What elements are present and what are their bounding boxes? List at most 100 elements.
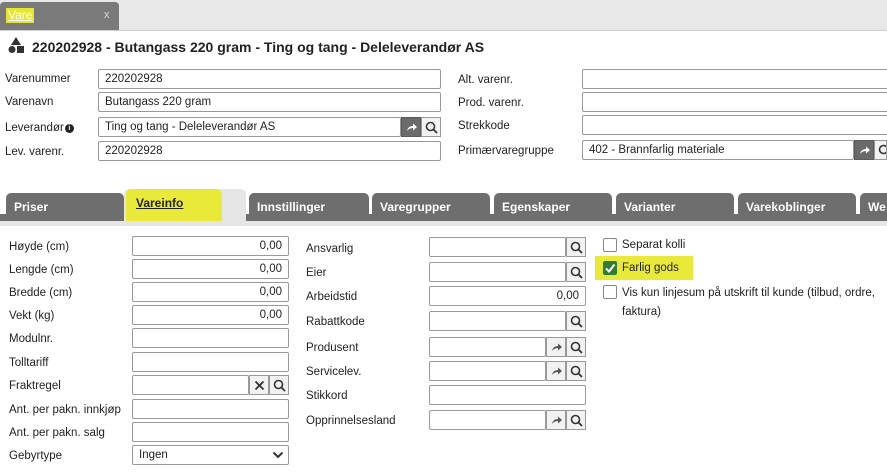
modulnr-input[interactable]	[132, 328, 289, 348]
tab-vareinfo-label[interactable]: Vareinfo	[130, 195, 189, 211]
fraktregel-clear-button[interactable]	[249, 375, 269, 395]
hoyde-label: Høyde (cm)	[9, 241, 69, 253]
search-icon	[570, 414, 583, 427]
tab-priser[interactable]: Priser	[6, 193, 124, 217]
document-tab-vare[interactable]: Vare x	[0, 2, 119, 30]
varenummer-input[interactable]: 220202928	[98, 69, 441, 89]
tolltariff-input[interactable]	[132, 352, 289, 372]
lev-varenr-input[interactable]: 220202928	[98, 141, 441, 161]
vis-kun-linjesum-label-line2: faktura)	[622, 306, 661, 318]
gebyrtype-select[interactable]: Ingen	[132, 445, 289, 465]
rabattkode-label: Rabattkode	[306, 316, 365, 328]
eier-input[interactable]	[429, 262, 566, 282]
hoyde-input[interactable]: 0,00	[132, 236, 289, 256]
opprinnelsesland-input[interactable]	[429, 410, 546, 430]
prod-varenr-input[interactable]	[582, 92, 887, 112]
varenummer-label: Varenummer	[5, 73, 71, 85]
tab-innstillinger[interactable]: Innstillinger	[249, 193, 369, 217]
bredde-input[interactable]: 0,00	[132, 282, 289, 302]
search-icon	[425, 121, 438, 134]
document-tab-label[interactable]: Vare	[6, 8, 34, 23]
opprinnelsesland-search-button[interactable]	[566, 410, 586, 430]
ansvarlig-label: Ansvarlig	[306, 243, 353, 255]
produsent-search-button[interactable]	[566, 337, 586, 357]
gebyrtype-label: Gebyrtype	[9, 450, 62, 462]
ant-innkjop-label: Ant. per pakn. innkjøp	[9, 404, 121, 416]
opprinnelsesland-link-button[interactable]	[546, 410, 566, 430]
close-icon	[253, 379, 266, 392]
document-tab-strip	[0, 0, 887, 31]
arrow-link-icon	[550, 365, 563, 378]
strekkode-input[interactable]	[582, 115, 887, 135]
primaervaregruppe-search-button[interactable]	[874, 140, 887, 160]
alt-varenr-input[interactable]	[582, 69, 887, 89]
ant-innkjop-input[interactable]	[132, 399, 289, 419]
primaervaregruppe-label: Primærvaregruppe	[458, 145, 554, 157]
ant-salg-label: Ant. per pakn. salg	[9, 427, 105, 439]
primaervaregruppe-input[interactable]: 402 - Brannfarlig materiale	[582, 140, 854, 160]
primaervaregruppe-link-button[interactable]	[854, 140, 874, 160]
tab-varianter[interactable]: Varianter	[616, 193, 734, 217]
rabattkode-search-button[interactable]	[566, 311, 586, 331]
tab-we[interactable]: We	[860, 193, 887, 217]
tab-varegrupper[interactable]: Varegrupper	[372, 193, 490, 217]
opprinnelsesland-label: Opprinnelsesland	[306, 415, 396, 427]
ansvarlig-search-button[interactable]	[566, 237, 586, 257]
page-title: 220202928 - Butangass 220 gram - Ting og…	[32, 39, 484, 55]
prod-varenr-label: Prod. varenr.	[458, 97, 524, 109]
stikkord-label: Stikkord	[306, 390, 348, 402]
close-icon[interactable]: x	[104, 9, 110, 21]
varenavn-input[interactable]: Butangass 220 gram	[98, 92, 441, 112]
tab-varekoblinger[interactable]: Varekoblinger	[738, 193, 856, 217]
rabattkode-input[interactable]	[429, 311, 566, 331]
checkmark-icon	[604, 262, 616, 274]
alt-varenr-label: Alt. varenr.	[458, 74, 513, 86]
search-icon	[570, 365, 583, 378]
leverandor-label: Leverandøri	[5, 122, 74, 134]
leverandor-label-text: Leverandør	[5, 122, 64, 134]
eier-label: Eier	[306, 267, 326, 279]
tab-egenskaper[interactable]: Egenskaper	[494, 193, 612, 217]
tolltariff-label: Tolltariff	[9, 357, 48, 369]
chevron-down-icon[interactable]	[272, 450, 284, 460]
leverandor-link-button[interactable]	[401, 117, 421, 137]
leverandor-search-button[interactable]	[421, 117, 441, 137]
lev-varenr-label: Lev. varenr.	[5, 146, 64, 158]
farlig-gods-checkbox[interactable]	[603, 261, 617, 275]
search-icon	[878, 144, 887, 157]
stikkord-input[interactable]	[429, 385, 586, 405]
strekkode-label: Strekkode	[458, 120, 510, 132]
search-icon	[570, 315, 583, 328]
arbeidstid-input[interactable]: 0,00	[429, 286, 586, 306]
modulnr-label: Modulnr.	[9, 333, 53, 345]
produsent-input[interactable]	[429, 337, 546, 357]
lengde-input[interactable]: 0,00	[132, 259, 289, 279]
servicelev-label: Servicelev.	[306, 366, 361, 378]
leverandor-input[interactable]: Ting og tang - Deleleverandør AS	[98, 117, 401, 137]
fraktregel-search-button[interactable]	[269, 375, 289, 395]
servicelev-input[interactable]	[429, 361, 546, 381]
fraktregel-input[interactable]	[132, 375, 249, 395]
lengde-label: Lengde (cm)	[9, 264, 74, 276]
search-icon	[273, 379, 286, 392]
search-icon	[570, 241, 583, 254]
fraktregel-label: Fraktregel	[9, 380, 61, 392]
search-icon	[570, 341, 583, 354]
vekt-input[interactable]: 0,00	[132, 305, 289, 325]
vis-kun-linjesum-checkbox[interactable]	[603, 285, 617, 299]
vekt-label: Vekt (kg)	[9, 310, 54, 322]
separat-kolli-checkbox[interactable]	[603, 238, 617, 252]
arrow-link-icon	[550, 341, 563, 354]
ant-salg-input[interactable]	[132, 422, 289, 442]
eier-search-button[interactable]	[566, 262, 586, 282]
varenavn-label: Varenavn	[5, 96, 53, 108]
tab-vareinfo[interactable]: Vareinfo	[124, 189, 246, 221]
vis-kun-linjesum-label: Vis kun linjesum på utskrift til kunde (…	[622, 287, 875, 299]
servicelev-link-button[interactable]	[546, 361, 566, 381]
info-icon[interactable]: i	[65, 124, 74, 133]
shapes-icon	[7, 36, 25, 54]
produsent-link-button[interactable]	[546, 337, 566, 357]
produsent-label: Produsent	[306, 342, 358, 354]
servicelev-search-button[interactable]	[566, 361, 586, 381]
ansvarlig-input[interactable]	[429, 237, 566, 257]
